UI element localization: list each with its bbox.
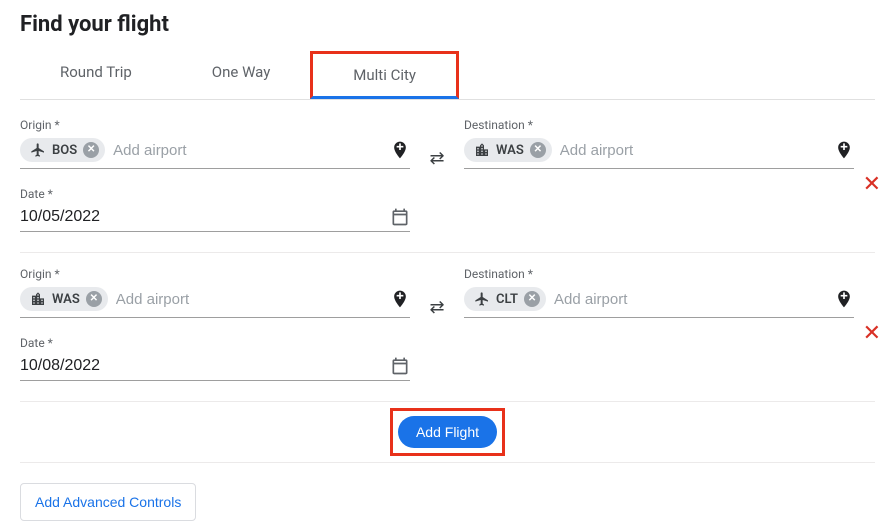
origin-field[interactable]: WAS ✕ xyxy=(20,287,410,318)
origin-label: Origin * xyxy=(20,118,410,132)
add-destination-pin-icon[interactable] xyxy=(834,289,854,309)
destination-chip[interactable]: WAS ✕ xyxy=(464,138,552,162)
page-title: Find your flight xyxy=(20,12,875,37)
add-origin-pin-icon[interactable] xyxy=(390,140,410,160)
tab-one-way[interactable]: One Way xyxy=(172,51,311,99)
add-flight-row: Add Flight xyxy=(20,401,875,463)
origin-chip[interactable]: BOS ✕ xyxy=(20,138,105,162)
add-destination-pin-icon[interactable] xyxy=(834,140,854,160)
flight-segment-2: Origin * WAS ✕ ⇄ Destination * xyxy=(20,265,875,318)
tab-round-trip[interactable]: Round Trip xyxy=(20,51,172,99)
origin-chip-code: BOS xyxy=(52,143,77,158)
date-field[interactable] xyxy=(20,356,410,381)
origin-chip-remove-icon[interactable]: ✕ xyxy=(86,291,102,307)
destination-input[interactable] xyxy=(554,291,826,308)
swap-icon[interactable]: ⇄ xyxy=(429,148,444,169)
destination-chip-code: WAS xyxy=(496,143,524,158)
date-input[interactable] xyxy=(20,357,382,375)
remove-segment-icon[interactable]: ✕ xyxy=(863,172,881,197)
origin-chip-code: WAS xyxy=(52,292,80,307)
origin-chip-remove-icon[interactable]: ✕ xyxy=(83,142,99,158)
flight-segment-1: Origin * BOS ✕ ⇄ Destination * xyxy=(20,116,875,169)
date-label: Date * xyxy=(20,187,410,201)
origin-label: Origin * xyxy=(20,267,410,281)
swap-icon[interactable]: ⇄ xyxy=(429,297,444,318)
trip-type-tabs: Round Trip One Way Multi City xyxy=(20,51,875,100)
airplane-icon xyxy=(474,291,490,307)
segment-divider xyxy=(20,252,875,253)
destination-chip[interactable]: CLT ✕ xyxy=(464,287,546,311)
destination-chip-remove-icon[interactable]: ✕ xyxy=(524,291,540,307)
city-icon xyxy=(474,142,490,158)
remove-segment-icon[interactable]: ✕ xyxy=(863,321,881,346)
origin-input[interactable] xyxy=(113,142,382,159)
city-icon xyxy=(30,291,46,307)
add-flight-button[interactable]: Add Flight xyxy=(398,416,497,448)
airplane-icon xyxy=(30,142,46,158)
date-field[interactable] xyxy=(20,207,410,232)
origin-field[interactable]: BOS ✕ xyxy=(20,138,410,169)
calendar-icon[interactable] xyxy=(390,207,410,227)
add-flight-highlight: Add Flight xyxy=(390,408,505,456)
calendar-icon[interactable] xyxy=(390,356,410,376)
add-origin-pin-icon[interactable] xyxy=(390,289,410,309)
destination-label: Destination * xyxy=(464,118,854,132)
destination-field[interactable]: CLT ✕ xyxy=(464,287,854,318)
destination-chip-remove-icon[interactable]: ✕ xyxy=(530,142,546,158)
destination-field[interactable]: WAS ✕ xyxy=(464,138,854,169)
destination-label: Destination * xyxy=(464,267,854,281)
advanced-controls-button[interactable]: Add Advanced Controls xyxy=(20,483,196,521)
destination-input[interactable] xyxy=(560,142,826,159)
origin-input[interactable] xyxy=(116,291,382,308)
tab-multi-city[interactable]: Multi City xyxy=(310,51,459,99)
date-label: Date * xyxy=(20,336,410,350)
destination-chip-code: CLT xyxy=(496,292,518,307)
date-input[interactable] xyxy=(20,208,382,226)
origin-chip[interactable]: WAS ✕ xyxy=(20,287,108,311)
